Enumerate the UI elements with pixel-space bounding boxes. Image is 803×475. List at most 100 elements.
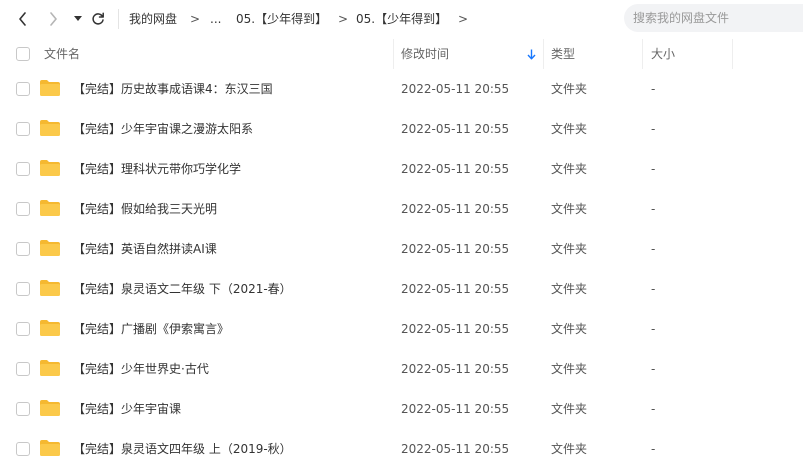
file-modified: 2022-05-11 20:55 <box>401 282 510 296</box>
file-type: 文件夹 <box>551 362 588 376</box>
row-checkbox[interactable] <box>16 82 30 96</box>
caret-down-icon <box>74 16 82 21</box>
refresh-button[interactable] <box>88 9 108 29</box>
column-header-name[interactable]: 文件名 <box>44 39 80 69</box>
row-checkbox[interactable] <box>16 442 30 456</box>
table-row[interactable]: 【完结】历史故事成语课4：东汉三国 2022-05-11 20:55 文件夹 - <box>0 69 803 109</box>
file-type: 文件夹 <box>551 282 588 296</box>
column-divider <box>543 39 544 69</box>
folder-icon <box>40 200 60 216</box>
folder-icon <box>40 320 60 336</box>
file-modified: 2022-05-11 20:55 <box>401 242 510 256</box>
row-checkbox[interactable] <box>16 282 30 296</box>
column-header-type[interactable]: 类型 <box>551 39 575 69</box>
file-size: - <box>651 282 656 296</box>
row-checkbox[interactable] <box>16 242 30 256</box>
forward-button[interactable] <box>43 9 63 29</box>
file-modified: 2022-05-11 20:55 <box>401 362 510 376</box>
column-divider <box>642 39 643 69</box>
file-name[interactable]: 【完结】少年宇宙课 <box>73 389 181 429</box>
toolbar-divider <box>118 9 119 29</box>
table-row[interactable]: 【完结】泉灵语文四年级 上（2019-秋） 2022-05-11 20:55 文… <box>0 429 803 469</box>
breadcrumb-separator: > <box>190 12 201 26</box>
chevron-left-icon <box>19 12 26 26</box>
file-type: 文件夹 <box>551 122 588 136</box>
column-header-modified[interactable]: 修改时间 <box>401 39 449 69</box>
file-modified: 2022-05-11 20:55 <box>401 322 510 336</box>
file-size: - <box>651 322 656 336</box>
table-row[interactable]: 【完结】少年宇宙课 2022-05-11 20:55 文件夹 - <box>0 389 803 429</box>
table-row[interactable]: 【完结】泉灵语文二年级 下（2021-春） 2022-05-11 20:55 文… <box>0 269 803 309</box>
toolbar: 我的网盘 > ... 05.【少年得到】 > 05.【少年得到】 > <box>0 0 803 38</box>
column-divider <box>393 39 394 69</box>
file-size: - <box>651 402 656 416</box>
breadcrumb-separator: > <box>338 12 349 26</box>
file-name[interactable]: 【完结】少年世界史·古代 <box>73 349 209 389</box>
row-checkbox[interactable] <box>16 162 30 176</box>
file-name[interactable]: 【完结】英语自然拼读AI课 <box>73 229 217 269</box>
file-type: 文件夹 <box>551 242 588 256</box>
folder-icon <box>40 120 60 136</box>
file-size: - <box>651 242 656 256</box>
row-checkbox[interactable] <box>16 122 30 136</box>
column-divider <box>732 39 733 69</box>
search-input[interactable] <box>633 11 793 25</box>
file-name[interactable]: 【完结】历史故事成语课4：东汉三国 <box>73 69 273 109</box>
folder-icon <box>40 440 60 456</box>
select-all-checkbox[interactable] <box>16 47 30 61</box>
folder-icon <box>40 400 60 416</box>
table-header: 文件名 修改时间 类型 大小 <box>0 39 803 69</box>
breadcrumb-item-parent[interactable]: 05.【少年得到】 <box>236 11 327 27</box>
file-type: 文件夹 <box>551 82 588 96</box>
column-header-size[interactable]: 大小 <box>651 39 675 69</box>
row-checkbox[interactable] <box>16 402 30 416</box>
file-modified: 2022-05-11 20:55 <box>401 202 510 216</box>
file-modified: 2022-05-11 20:55 <box>401 82 510 96</box>
row-checkbox[interactable] <box>16 362 30 376</box>
folder-icon <box>40 280 60 296</box>
table-row[interactable]: 【完结】广播剧《伊索寓言》 2022-05-11 20:55 文件夹 - <box>0 309 803 349</box>
refresh-icon <box>92 12 104 25</box>
file-type: 文件夹 <box>551 442 588 456</box>
file-type: 文件夹 <box>551 202 588 216</box>
file-size: - <box>651 82 656 96</box>
file-name[interactable]: 【完结】广播剧《伊索寓言》 <box>73 309 229 349</box>
chevron-right-icon <box>50 12 57 26</box>
file-size: - <box>651 162 656 176</box>
file-modified: 2022-05-11 20:55 <box>401 122 510 136</box>
file-name[interactable]: 【完结】少年宇宙课之漫游太阳系 <box>73 109 253 149</box>
back-button[interactable] <box>13 9 33 29</box>
folder-icon <box>40 80 60 96</box>
table-row[interactable]: 【完结】少年宇宙课之漫游太阳系 2022-05-11 20:55 文件夹 - <box>0 109 803 149</box>
file-name[interactable]: 【完结】理科状元带你巧学化学 <box>73 149 241 189</box>
breadcrumb-separator: > <box>458 12 469 26</box>
file-size: - <box>651 122 656 136</box>
table-row[interactable]: 【完结】理科状元带你巧学化学 2022-05-11 20:55 文件夹 - <box>0 149 803 189</box>
file-type: 文件夹 <box>551 322 588 336</box>
file-name[interactable]: 【完结】假如给我三天光明 <box>73 189 217 229</box>
breadcrumb-item-current[interactable]: 05.【少年得到】 <box>356 11 447 27</box>
file-name[interactable]: 【完结】泉灵语文二年级 下（2021-春） <box>73 269 292 309</box>
table-row[interactable]: 【完结】少年世界史·古代 2022-05-11 20:55 文件夹 - <box>0 349 803 389</box>
file-type: 文件夹 <box>551 162 588 176</box>
folder-icon <box>40 360 60 376</box>
file-modified: 2022-05-11 20:55 <box>401 402 510 416</box>
breadcrumb-root[interactable]: 我的网盘 <box>129 11 177 27</box>
folder-icon <box>40 160 60 176</box>
row-checkbox[interactable] <box>16 202 30 216</box>
file-modified: 2022-05-11 20:55 <box>401 162 510 176</box>
file-size: - <box>651 362 656 376</box>
search-box[interactable] <box>624 4 803 32</box>
history-dropdown-button[interactable] <box>68 9 88 29</box>
file-type: 文件夹 <box>551 402 588 416</box>
table-row[interactable]: 【完结】英语自然拼读AI课 2022-05-11 20:55 文件夹 - <box>0 229 803 269</box>
file-modified: 2022-05-11 20:55 <box>401 442 510 456</box>
arrow-down-icon[interactable] <box>527 49 536 60</box>
file-size: - <box>651 202 656 216</box>
folder-icon <box>40 240 60 256</box>
breadcrumb-ellipsis[interactable]: ... <box>210 11 221 27</box>
file-name[interactable]: 【完结】泉灵语文四年级 上（2019-秋） <box>73 429 292 469</box>
row-checkbox[interactable] <box>16 322 30 336</box>
file-size: - <box>651 442 656 456</box>
table-row[interactable]: 【完结】假如给我三天光明 2022-05-11 20:55 文件夹 - <box>0 189 803 229</box>
